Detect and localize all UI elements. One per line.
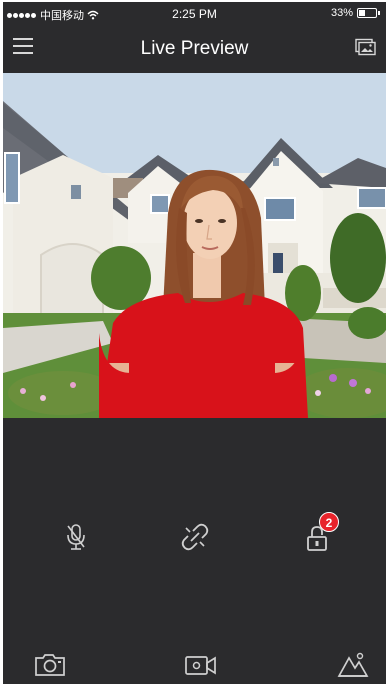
status-bar: 中国移动 2:25 PM 33%: [3, 2, 386, 26]
lock-button[interactable]: 2: [301, 512, 339, 556]
unlink-button[interactable]: [178, 520, 212, 554]
battery-fill: [359, 10, 365, 16]
gallery-icon: [355, 38, 376, 56]
unlink-icon: [181, 523, 209, 551]
video-record-icon: [185, 656, 216, 675]
talk-button[interactable]: [59, 520, 93, 554]
nav-bar: Live Preview: [3, 26, 386, 72]
app-screen: 中国移动 2:25 PM 33% Live Preview 2: [3, 2, 386, 684]
battery-icon: [357, 8, 377, 18]
status-time: 2:25 PM: [172, 7, 217, 21]
record-button[interactable]: [183, 650, 217, 684]
scene-button[interactable]: [336, 650, 370, 684]
camera-icon: [35, 654, 65, 676]
gallery-button[interactable]: [354, 38, 376, 56]
battery-percent: 33%: [330, 7, 353, 19]
page-title: Live Preview: [140, 38, 249, 59]
status-right: 33%: [331, 7, 380, 19]
lock-count-badge: 2: [319, 512, 339, 532]
microphone-icon: [67, 524, 85, 550]
video-frame: [3, 73, 386, 418]
scenery-icon: [337, 652, 369, 677]
live-video-preview[interactable]: [3, 73, 386, 418]
battery-tip: [378, 11, 380, 15]
snapshot-button[interactable]: [33, 650, 67, 684]
